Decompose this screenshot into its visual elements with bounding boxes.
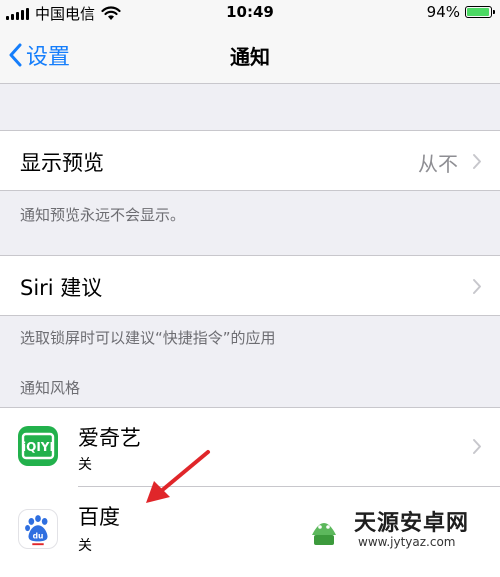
notification-style-header: 通知风格: [20, 379, 81, 397]
app-row-iqiyi[interactable]: iQIYI 爱奇艺 关: [0, 408, 500, 486]
baidu-icon: du: [18, 509, 58, 549]
chevron-right-icon: [473, 154, 481, 169]
siri-suggestions-row[interactable]: Siri 建议: [0, 255, 500, 316]
battery-percent: 94%: [426, 3, 460, 21]
watermark-logo: [302, 507, 346, 551]
app-name: 百度: [78, 505, 120, 529]
show-previews-value: 从不: [418, 152, 458, 176]
show-previews-footer: 通知预览永远不会显示。: [20, 206, 186, 224]
navigation-bar: 设置 通知: [0, 26, 500, 84]
svg-text:du: du: [33, 532, 44, 541]
show-previews-row[interactable]: 显示预览 从不: [0, 130, 500, 191]
svg-text:iQIYI: iQIYI: [22, 440, 54, 454]
watermark: 天源安卓网 www.jytyaz.com: [296, 499, 496, 559]
clock: 10:49: [226, 3, 274, 21]
watermark-name: 天源安卓网: [354, 511, 470, 536]
chevron-right-icon: [473, 279, 481, 294]
watermark-url: www.jytyaz.com: [358, 535, 456, 549]
iqiyi-icon: iQIYI: [18, 426, 58, 466]
page-title: 通知: [230, 45, 270, 69]
chevron-right-icon: [473, 439, 481, 454]
app-status: 关: [78, 457, 92, 473]
siri-suggestions-label: Siri 建议: [20, 276, 103, 300]
app-status: 关: [78, 538, 92, 554]
status-right: 94%: [426, 3, 495, 21]
app-name: 爱奇艺: [78, 426, 141, 450]
show-previews-label: 显示预览: [20, 151, 104, 175]
siri-suggestions-footer: 选取锁屏时可以建议“快捷指令”的应用: [20, 329, 276, 347]
battery-icon: [465, 6, 495, 18]
status-bar: 中国电信 10:49 94%: [0, 0, 500, 26]
battery-fill: [467, 8, 489, 16]
